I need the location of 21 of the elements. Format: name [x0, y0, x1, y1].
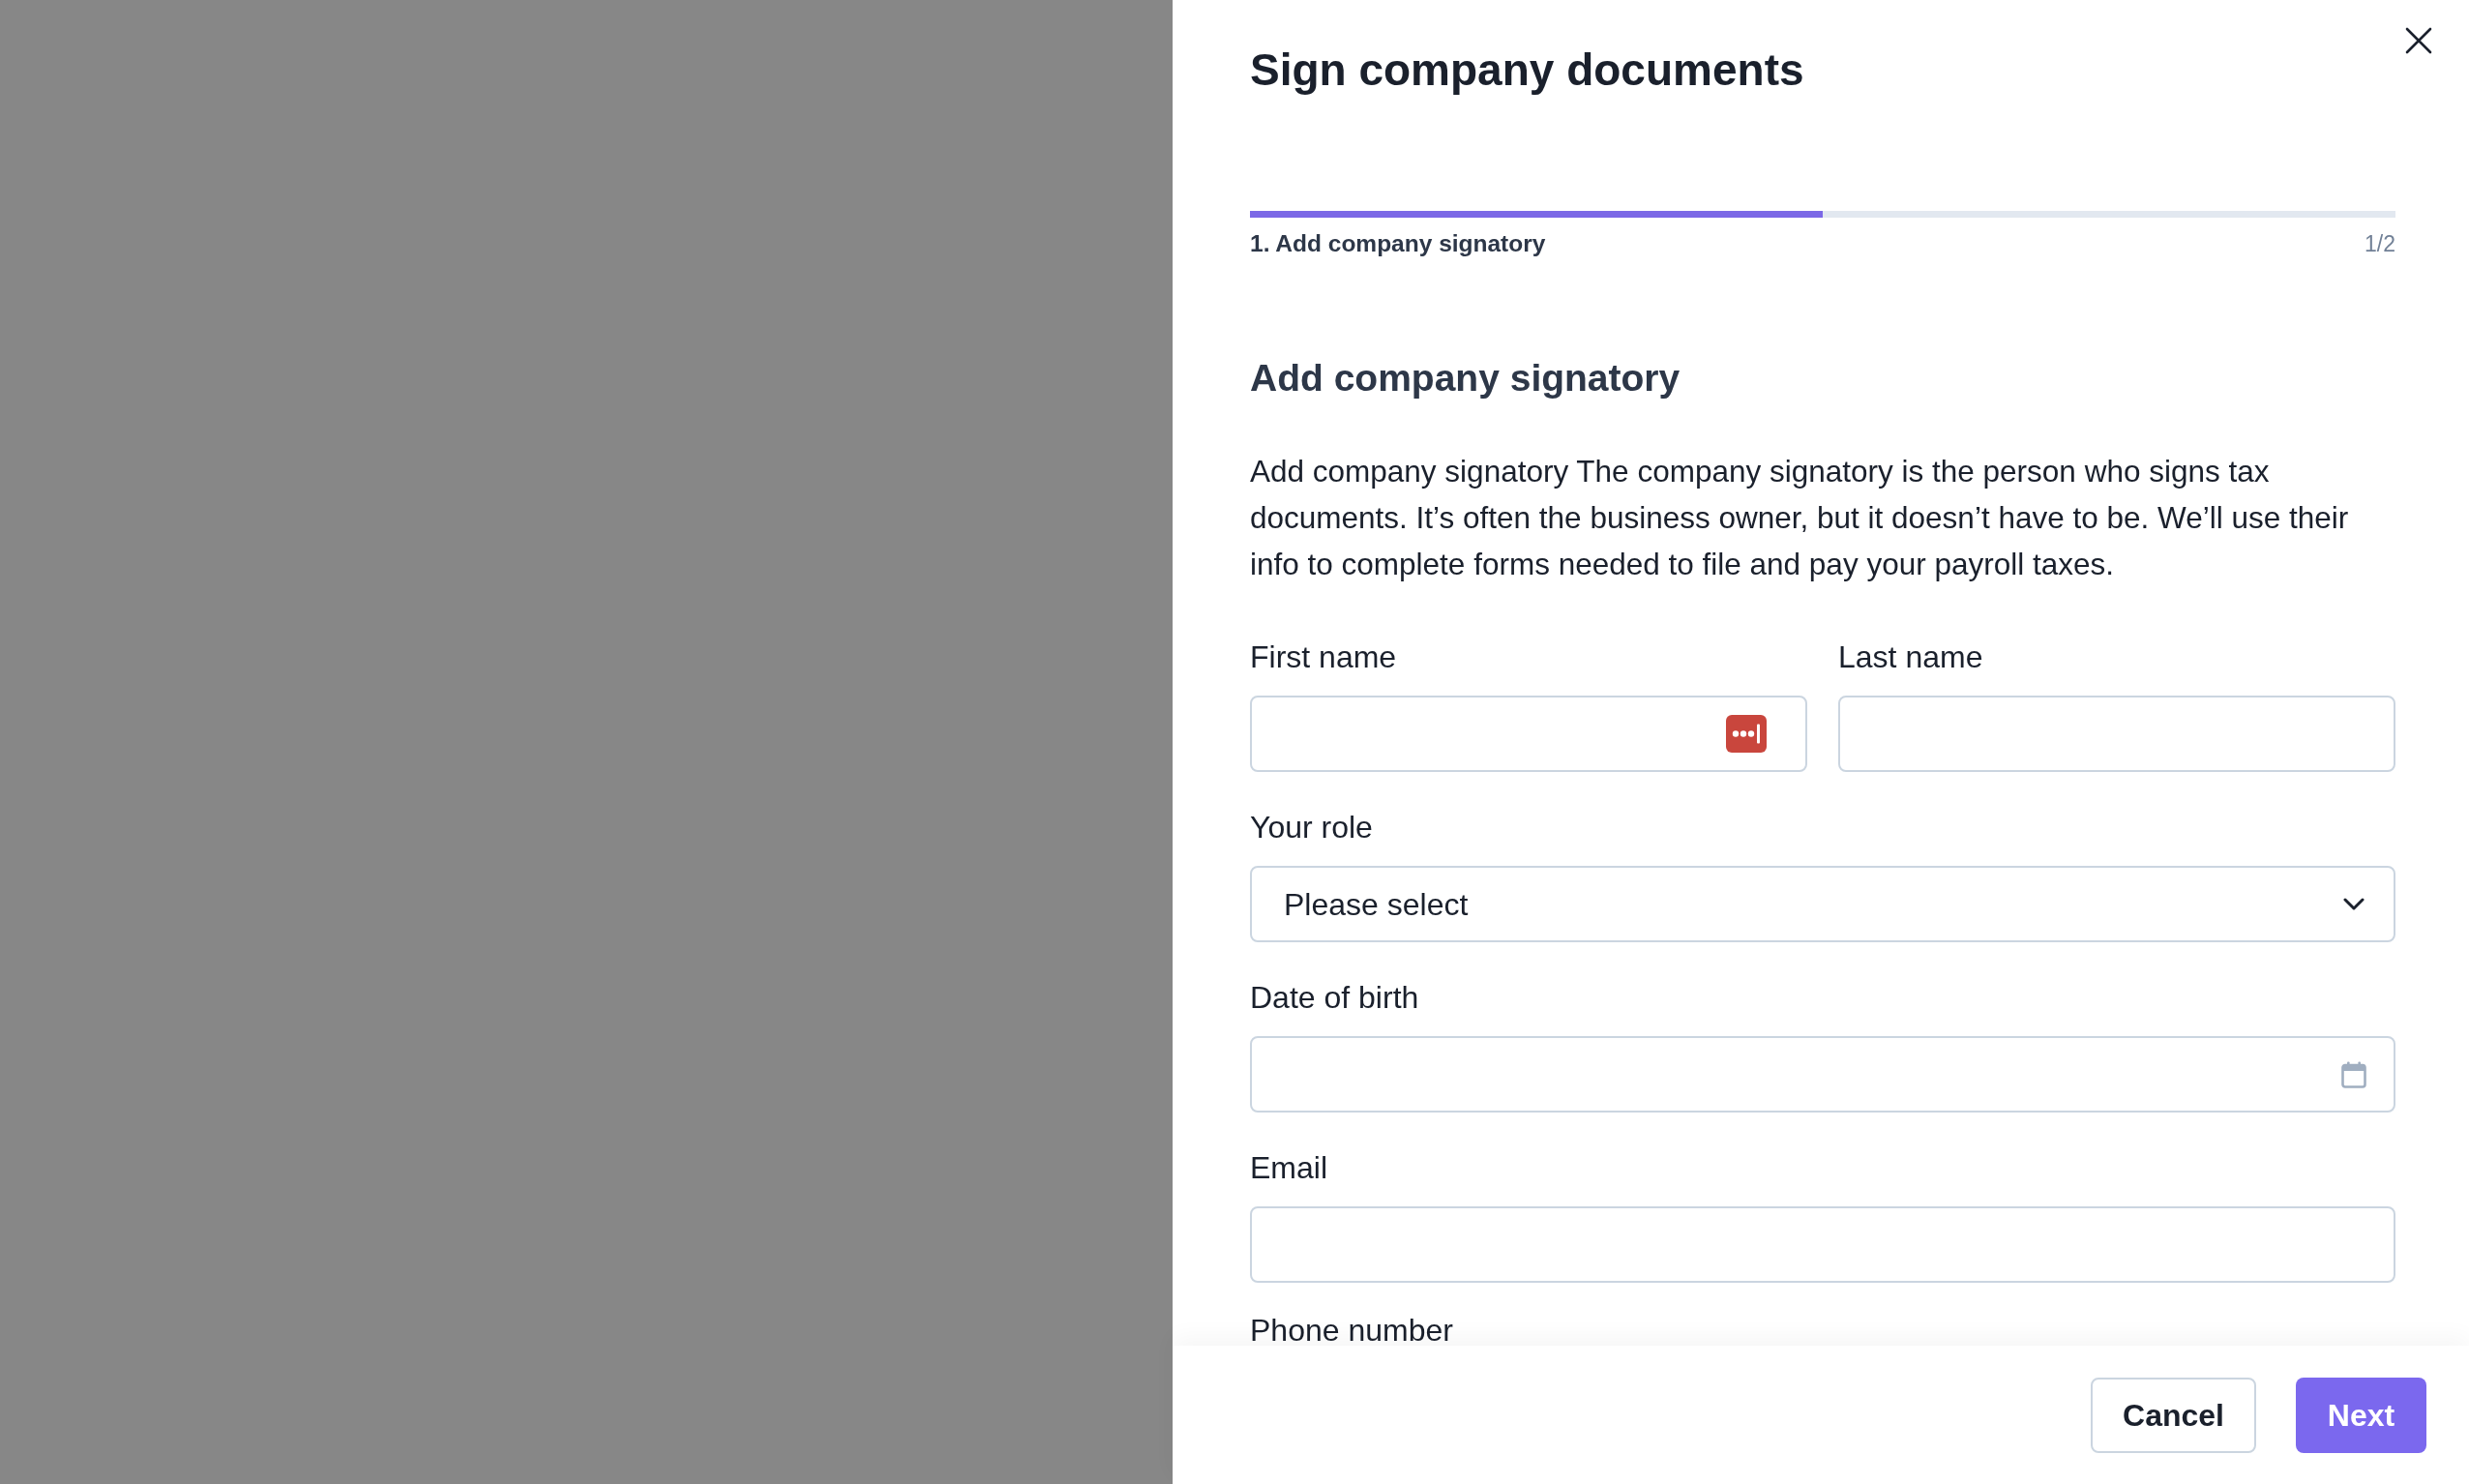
cancel-button[interactable]: Cancel [2091, 1378, 2256, 1453]
step-counter: 1/2 [2365, 230, 2395, 258]
drawer-title: Sign company documents [1250, 44, 1805, 97]
field-label: Email [1250, 1149, 1328, 1187]
calendar-icon [2341, 1060, 2366, 1088]
field-label: Date of birth [1250, 979, 1420, 1017]
section-heading: Add company signatory [1250, 356, 1681, 401]
field-label: First name [1250, 638, 1398, 676]
field-label: Your role [1250, 809, 1374, 846]
field-label: Phone number [1250, 1315, 1454, 1346]
date-field[interactable] [1250, 1036, 2395, 1113]
text-field[interactable] [1838, 696, 2395, 772]
text-field[interactable] [1250, 696, 1807, 772]
text-field[interactable] [1250, 1206, 2395, 1283]
section-description: Add company signatory The company signatory is the person who signs tax documents. It’s often the business owner, but it doesn’t have to be. We’ll use their info to complete forms needed to file and pay your payroll taxes. [1250, 453, 2350, 583]
chevron-down-icon [2343, 898, 2365, 910]
next-button[interactable]: Next [2296, 1378, 2426, 1453]
close-icon [2405, 27, 2432, 54]
field-label: Last name [1838, 638, 1984, 676]
step-label: 1. Add company signatory [1250, 229, 1546, 258]
role-select[interactable]: Please select [1250, 866, 2395, 942]
